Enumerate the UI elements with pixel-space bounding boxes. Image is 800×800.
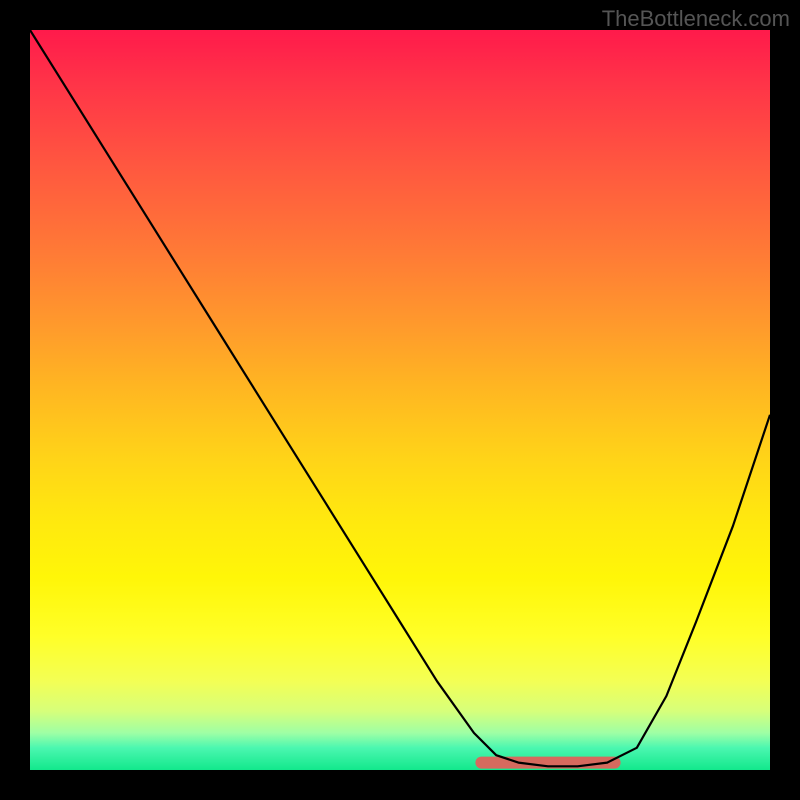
watermark-text: TheBottleneck.com (602, 6, 790, 32)
plot-area (30, 30, 770, 770)
chart-svg (30, 30, 770, 770)
chart-frame: TheBottleneck.com (0, 0, 800, 800)
bottleneck-curve-line (30, 30, 770, 766)
